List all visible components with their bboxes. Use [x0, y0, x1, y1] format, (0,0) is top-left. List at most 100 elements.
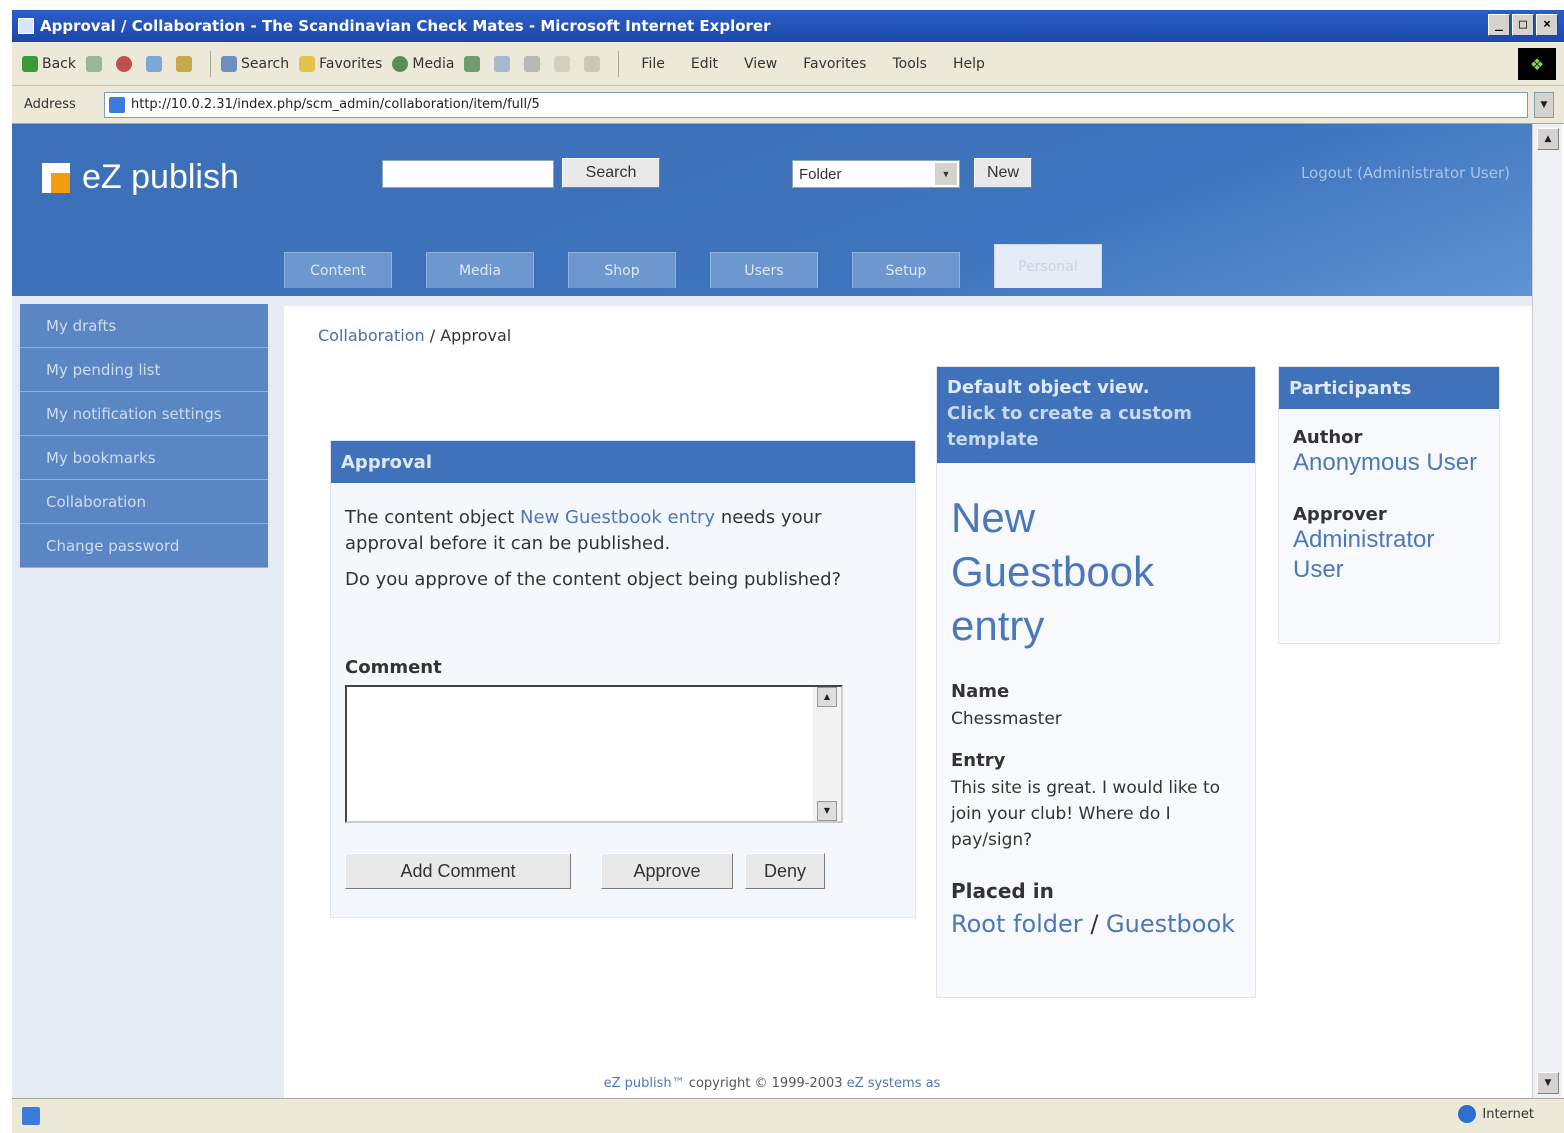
object-view-header-text: Default object view.: [947, 377, 1150, 398]
back-button[interactable]: Back: [22, 55, 76, 72]
comment-scrollbar[interactable]: ▲ ▼: [813, 687, 841, 821]
footer-company-link[interactable]: eZ systems as: [847, 1076, 941, 1091]
window-titlebar: Approval / Collaboration - The Scandinav…: [12, 10, 1564, 42]
ez-publish-logo[interactable]: eZ publish: [42, 158, 239, 197]
page-scrollbar[interactable]: ▲ ▼: [1532, 124, 1562, 1098]
sidebar-item-change-password[interactable]: Change password: [20, 524, 268, 568]
scroll-down-icon[interactable]: ▼: [817, 801, 837, 821]
footer-brand-link[interactable]: eZ publish™: [604, 1076, 685, 1091]
class-select[interactable]: Folder ▼: [792, 160, 960, 188]
menu-help[interactable]: Help: [953, 56, 985, 72]
footer-copyright: copyright © 1999-2003: [688, 1076, 843, 1091]
window-controls: _ □ ×: [1488, 14, 1558, 36]
sidebar-item-my-pending-list[interactable]: My pending list: [20, 348, 268, 392]
status-bar: Internet: [12, 1098, 1564, 1133]
minimize-button[interactable]: _: [1488, 14, 1510, 36]
approval-text-before: The content object: [345, 507, 515, 528]
tab-media[interactable]: Media: [426, 252, 534, 288]
media-icon: [392, 55, 409, 72]
tab-users[interactable]: Users: [710, 252, 818, 288]
tab-content[interactable]: Content: [284, 252, 392, 288]
main-tabs: Content Media Shop Users Setup Personal: [284, 244, 1102, 288]
approve-button[interactable]: Approve: [601, 853, 733, 889]
deny-button[interactable]: Deny: [745, 853, 825, 889]
refresh-button[interactable]: [146, 55, 166, 72]
maximize-button[interactable]: □: [1512, 14, 1534, 36]
home-icon: [176, 55, 192, 72]
page-viewport: eZ publish Search Folder ▼ New Logout (A…: [12, 124, 1532, 1098]
windows-logo-icon: ❖: [1518, 48, 1556, 80]
favorites-star-icon: [299, 55, 316, 72]
menu-file[interactable]: File: [641, 56, 664, 72]
root-folder-link[interactable]: Root folder: [951, 910, 1083, 938]
add-comment-button[interactable]: Add Comment: [345, 853, 571, 889]
menu-view[interactable]: View: [744, 56, 777, 72]
zone-label: Internet: [1482, 1106, 1534, 1122]
back-label: Back: [42, 55, 76, 72]
address-label: Address: [24, 97, 76, 112]
favorites-toolbar-button[interactable]: Favorites: [299, 55, 382, 72]
comment-textarea[interactable]: ▲ ▼: [345, 685, 843, 823]
path-separator: /: [1090, 910, 1099, 938]
stop-icon: [116, 55, 132, 72]
scroll-up-icon[interactable]: ▲: [817, 687, 837, 707]
comment-label: Comment: [345, 657, 442, 678]
tab-setup[interactable]: Setup: [852, 252, 960, 288]
object-view-panel: Default object view. Click to create a c…: [936, 366, 1256, 998]
logo-text: eZ publish: [82, 158, 239, 196]
menu-bar: File Edit View Favorites Tools Help: [641, 56, 984, 72]
back-arrow-icon: [22, 55, 38, 72]
new-button[interactable]: New: [974, 158, 1032, 188]
discuss-button[interactable]: [584, 55, 604, 72]
menu-edit[interactable]: Edit: [691, 56, 718, 72]
sidebar-item-my-bookmarks[interactable]: My bookmarks: [20, 436, 268, 480]
content-corner: [284, 306, 306, 328]
ie-app-icon: [18, 18, 34, 34]
internet-globe-icon: [1458, 1105, 1477, 1123]
entry-label: Entry: [951, 750, 1006, 771]
mail-button[interactable]: [494, 55, 514, 72]
search-input[interactable]: [382, 160, 554, 188]
approval-object-link[interactable]: New Guestbook entry: [520, 507, 715, 528]
object-view-header: Default object view. Click to create a c…: [937, 367, 1255, 463]
history-button[interactable]: [464, 55, 484, 72]
search-button[interactable]: Search: [562, 158, 660, 188]
tab-shop[interactable]: Shop: [568, 252, 676, 288]
sidebar-item-collaboration[interactable]: Collaboration: [20, 480, 268, 524]
approver-user-link[interactable]: Administrator User: [1293, 525, 1485, 585]
placed-in-label: Placed in: [951, 879, 1054, 903]
logout-link[interactable]: Logout (Administrator User): [1301, 164, 1510, 182]
create-template-link[interactable]: Click to create a custom template: [947, 401, 1245, 453]
breadcrumb-collaboration-link[interactable]: Collaboration: [318, 326, 425, 345]
tab-personal[interactable]: Personal: [994, 244, 1102, 288]
page-done-icon: [22, 1107, 40, 1125]
name-label: Name: [951, 681, 1010, 702]
print-button[interactable]: [524, 55, 544, 72]
scroll-down-icon[interactable]: ▼: [1537, 1072, 1559, 1094]
search-toolbar-button[interactable]: Search: [221, 55, 289, 72]
address-input[interactable]: http://10.0.2.31/index.php/scm_admin/col…: [104, 91, 1528, 118]
guestbook-link[interactable]: Guestbook: [1106, 910, 1235, 938]
approval-message: The content object New Guestbook entry n…: [345, 505, 901, 557]
approval-panel: Approval The content object New Guestboo…: [330, 440, 916, 918]
participants-title: Participants: [1279, 367, 1499, 409]
home-button[interactable]: [176, 55, 196, 72]
author-user-link[interactable]: Anonymous User: [1293, 448, 1485, 478]
scroll-up-icon[interactable]: ▲: [1537, 128, 1559, 150]
media-toolbar-button[interactable]: Media: [392, 55, 454, 72]
edit-button[interactable]: [554, 55, 574, 72]
placed-in-path: Root folder / Guestbook: [951, 909, 1241, 939]
sidebar-item-notification-settings[interactable]: My notification settings: [20, 392, 268, 436]
chevron-down-icon: ▼: [935, 163, 957, 185]
sidebar-item-my-drafts[interactable]: My drafts: [20, 304, 268, 348]
object-title: New Guestbook entry: [951, 494, 1155, 649]
search-icon: [221, 55, 237, 72]
ez-logo-icon: [42, 162, 70, 193]
menu-favorites[interactable]: Favorites: [803, 56, 866, 72]
address-dropdown-button[interactable]: ▼: [1534, 91, 1554, 118]
refresh-icon: [146, 55, 162, 72]
close-button[interactable]: ×: [1536, 14, 1558, 36]
stop-button[interactable]: [116, 55, 136, 72]
menu-tools[interactable]: Tools: [892, 56, 927, 72]
forward-button[interactable]: [86, 55, 106, 72]
